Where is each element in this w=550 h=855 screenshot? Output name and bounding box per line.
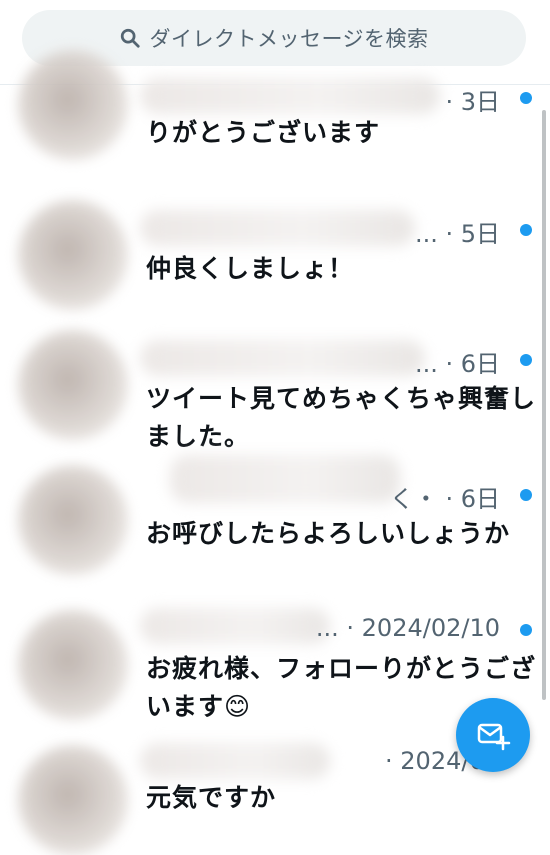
new-message-button[interactable]: [456, 698, 530, 772]
conversation-row[interactable]: く・ · 6日 お呼びしたらよろしいしょうか: [0, 455, 550, 595]
unread-indicator: [520, 354, 532, 366]
search-placeholder: ダイレクトメッセージを検索: [149, 27, 429, 51]
message-preview: りがとうございます: [146, 118, 381, 147]
search-icon: [121, 28, 141, 48]
avatar: [18, 610, 128, 720]
timestamp: ... · 2024/02/10: [315, 614, 500, 642]
sender-name-blurred: [140, 340, 425, 376]
message-preview: 仲良くしましょ！: [146, 254, 355, 283]
sender-name-blurred: [140, 743, 330, 779]
timestamp: く・ · 6日: [389, 485, 500, 513]
conversation-row[interactable]: · 3日 りがとうございます: [0, 50, 550, 170]
message-preview: ツイート見てめちゃくちゃ興奮しました。: [146, 384, 537, 451]
timestamp: ... · 6日: [414, 350, 500, 378]
avatar: [18, 465, 128, 575]
unread-indicator: [520, 624, 532, 636]
avatar: [18, 200, 128, 310]
message-preview: お呼びしたらよろしいしょうか: [146, 519, 511, 548]
sender-name-blurred: [140, 78, 440, 114]
scrollbar[interactable]: [542, 110, 546, 700]
unread-indicator: [520, 224, 532, 236]
timestamp: ... · 5日: [414, 220, 500, 248]
sender-name-blurred: [140, 210, 415, 246]
avatar: [18, 745, 128, 855]
sender-name-blurred: [170, 455, 400, 503]
message-preview: 元気ですか: [146, 783, 277, 812]
avatar: [18, 330, 128, 440]
timestamp: · 3日: [445, 88, 500, 116]
sender-name-blurred: [140, 608, 330, 644]
unread-indicator: [520, 489, 532, 501]
conversation-row[interactable]: ... · 5日 仲良くしましょ！: [0, 200, 550, 320]
new-message-icon: [477, 723, 511, 751]
unread-indicator: [520, 92, 532, 104]
conversation-row[interactable]: ... · 6日 ツイート見てめちゃくちゃ興奮しました。: [0, 330, 550, 460]
avatar: [18, 50, 128, 160]
